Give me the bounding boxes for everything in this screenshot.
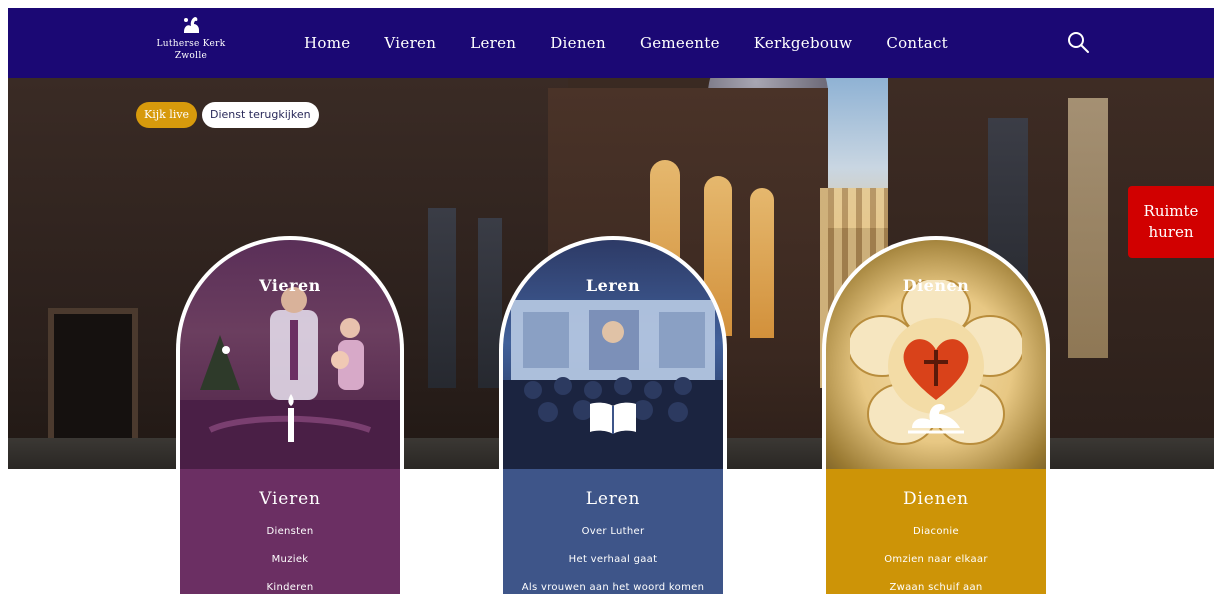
swan-icon <box>908 404 964 434</box>
logo-text-line2: Zwolle <box>174 51 208 61</box>
rent-label-line1: Ruimte <box>1143 202 1199 220</box>
card-vieren-image: Vieren <box>176 236 404 470</box>
link-zwaan-schuif-aan[interactable]: Zwaan schuif aan <box>826 582 1046 593</box>
card-leren-panel: Leren Over Luther Het verhaal gaat Als v… <box>503 469 723 594</box>
rent-space-label: Ruimte huren <box>1144 201 1199 243</box>
main-nav: Home Vieren Leren Dienen Gemeente Kerkge… <box>304 8 982 78</box>
card-vieren-title: Vieren <box>259 489 321 509</box>
card-dienen-arch-title: Dienen <box>902 276 970 295</box>
rent-space-button[interactable]: Ruimte huren <box>1128 186 1214 258</box>
nav-contact[interactable]: Contact <box>886 34 948 52</box>
link-diaconie[interactable]: Diaconie <box>826 526 1046 537</box>
link-als-vrouwen[interactable]: Als vrouwen aan het woord komen <box>503 582 723 593</box>
card-dienen-title: Dienen <box>903 489 969 509</box>
nav-kerkgebouw[interactable]: Kerkgebouw <box>754 34 853 52</box>
link-over-luther[interactable]: Over Luther <box>503 526 723 537</box>
watch-live-button[interactable]: Kijk live <box>136 102 198 128</box>
swan-logo-icon <box>184 17 199 33</box>
rent-label-line2: huren <box>1148 223 1194 241</box>
hero-photo-window <box>428 208 456 388</box>
nav-gemeente[interactable]: Gemeente <box>640 34 720 52</box>
logo-text-line1: Lutherse Kerk <box>156 39 226 49</box>
card-leren-image: Leren <box>499 236 727 470</box>
link-het-verhaal-gaat[interactable]: Het verhaal gaat <box>503 554 723 565</box>
card-vieren[interactable]: Vieren Vieren Diensten Muziek Kinderen <box>176 236 404 594</box>
card-leren[interactable]: Leren Leren Over Luther Het verhaal gaat… <box>499 236 727 594</box>
candle-icon <box>288 394 294 442</box>
card-dienen[interactable]: Dienen Dienen Diaconie Omzien naar elkaa… <box>822 236 1050 594</box>
card-leren-arch-title: Leren <box>585 276 641 295</box>
link-diensten[interactable]: Diensten <box>180 526 400 537</box>
card-leren-title: Leren <box>585 489 641 509</box>
card-vieren-arch-title: Vieren <box>259 276 321 295</box>
watch-replay-button[interactable]: Dienst terugkijken <box>202 102 319 128</box>
card-dienen-image: Dienen <box>822 236 1050 470</box>
search-icon[interactable] <box>1066 30 1090 54</box>
book-icon <box>590 402 636 434</box>
nav-home[interactable]: Home <box>304 34 350 52</box>
link-kinderen[interactable]: Kinderen <box>180 582 400 593</box>
site-logo[interactable]: Lutherse Kerk Zwolle <box>146 12 236 62</box>
header-bar: Lutherse Kerk Zwolle Home Vieren Leren D… <box>8 8 1214 78</box>
hero-photo-window <box>1068 98 1108 358</box>
nav-dienen[interactable]: Dienen <box>550 34 606 52</box>
card-dienen-panel: Dienen Diaconie Omzien naar elkaar Zwaan… <box>826 469 1046 594</box>
card-vieren-panel: Vieren Diensten Muziek Kinderen <box>180 469 400 594</box>
nav-leren[interactable]: Leren <box>470 34 516 52</box>
hero-photo-window <box>750 188 774 338</box>
link-omzien-naar-elkaar[interactable]: Omzien naar elkaar <box>826 554 1046 565</box>
link-muziek[interactable]: Muziek <box>180 554 400 565</box>
nav-vieren[interactable]: Vieren <box>384 34 436 52</box>
